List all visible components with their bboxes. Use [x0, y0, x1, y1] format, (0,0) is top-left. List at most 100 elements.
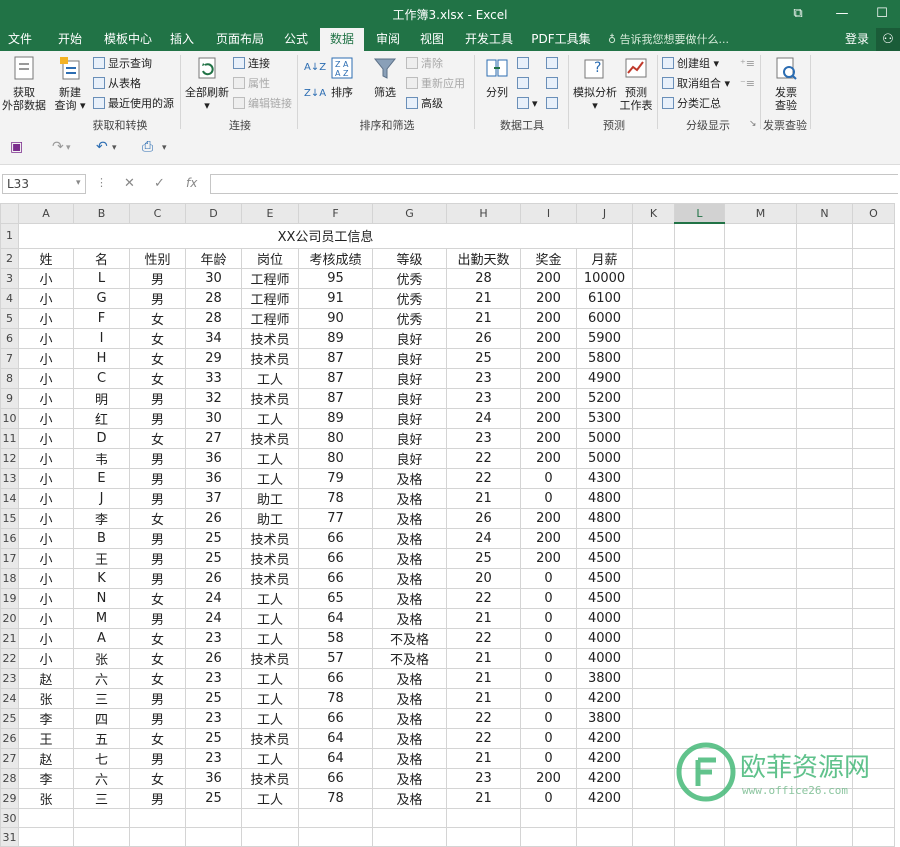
cell[interactable]: 工人: [241, 368, 299, 389]
cell[interactable]: 0: [520, 688, 577, 709]
cell[interactable]: 10000: [576, 268, 633, 289]
cell[interactable]: [632, 428, 675, 449]
cell[interactable]: N: [73, 588, 130, 609]
cell[interactable]: 工人: [241, 448, 299, 469]
row-header[interactable]: 1: [0, 222, 19, 249]
row-header[interactable]: 27: [0, 748, 19, 769]
cell[interactable]: 工人: [241, 588, 299, 609]
cancel-icon[interactable]: ✕: [124, 176, 135, 191]
column-header[interactable]: N: [796, 203, 853, 224]
column-header[interactable]: J: [576, 203, 633, 224]
cell[interactable]: 工人: [241, 608, 299, 629]
cell[interactable]: I: [73, 328, 130, 349]
row-header[interactable]: 14: [0, 488, 19, 509]
tab-page-layout[interactable]: 页面布局: [210, 28, 270, 51]
cell[interactable]: [724, 588, 797, 609]
cell[interactable]: [796, 308, 853, 329]
tab-review[interactable]: 审阅: [368, 28, 408, 51]
cell[interactable]: [796, 288, 853, 309]
cell[interactable]: [129, 827, 186, 847]
cell[interactable]: 22: [446, 628, 521, 649]
tell-me-search[interactable]: ♁ 告诉我您想要做什么...: [608, 28, 729, 51]
cell[interactable]: E: [73, 468, 130, 489]
cell[interactable]: 及格: [372, 508, 447, 529]
cell[interactable]: [632, 408, 675, 429]
cell[interactable]: 4800: [576, 508, 633, 529]
row-header[interactable]: 9: [0, 388, 19, 409]
cell[interactable]: [674, 348, 725, 369]
cell[interactable]: [129, 808, 186, 828]
cell[interactable]: [674, 308, 725, 329]
cell[interactable]: [632, 748, 675, 769]
cell[interactable]: 小: [18, 268, 74, 289]
cell[interactable]: 良好: [372, 388, 447, 409]
cell[interactable]: [632, 528, 675, 549]
cell[interactable]: 26: [185, 508, 242, 529]
cell[interactable]: 28: [185, 288, 242, 309]
worksheet[interactable]: ABCDEFGHIJKLMNO 1 XX公司员工信息 2 姓名性别 年龄 岗位 考核成绩 等级…: [0, 203, 900, 847]
cell[interactable]: [852, 568, 895, 589]
cell[interactable]: 技术员: [241, 348, 299, 369]
cell[interactable]: [520, 808, 577, 828]
text-to-columns-button[interactable]: 分列: [480, 55, 514, 99]
cell[interactable]: 23: [446, 388, 521, 409]
cell[interactable]: 女: [129, 768, 186, 789]
undo-dropdown-icon[interactable]: ▾: [112, 143, 117, 153]
cell[interactable]: [724, 827, 797, 847]
cell[interactable]: 22: [446, 448, 521, 469]
sheet-title-cell[interactable]: XX公司员工信息: [18, 222, 633, 249]
cell[interactable]: [632, 628, 675, 649]
cell[interactable]: 助工: [241, 488, 299, 509]
row-header[interactable]: 28: [0, 768, 19, 789]
cell[interactable]: 小: [18, 428, 74, 449]
cell[interactable]: 技术员: [241, 648, 299, 669]
cell[interactable]: 小: [18, 648, 74, 669]
cell[interactable]: 男: [129, 688, 186, 709]
maximize-button[interactable]: ☐: [860, 0, 900, 28]
enter-icon[interactable]: ✓: [154, 176, 165, 191]
cell[interactable]: 23: [185, 748, 242, 769]
cell[interactable]: 22: [446, 728, 521, 749]
cell[interactable]: 工人: [241, 788, 299, 809]
cell[interactable]: [852, 588, 895, 609]
cell[interactable]: 及格: [372, 588, 447, 609]
cell[interactable]: 0: [520, 568, 577, 589]
cell[interactable]: [796, 668, 853, 689]
cell[interactable]: [18, 808, 74, 828]
cell[interactable]: 0: [520, 468, 577, 489]
cell[interactable]: 91: [298, 288, 373, 309]
show-detail-button[interactable]: ⁺≡: [740, 55, 755, 73]
column-header[interactable]: E: [241, 203, 299, 224]
row-header[interactable]: 26: [0, 728, 19, 749]
cell[interactable]: 200: [520, 268, 577, 289]
cell[interactable]: [852, 508, 895, 529]
cell[interactable]: 工程师: [241, 268, 299, 289]
cell[interactable]: 22: [446, 468, 521, 489]
refresh-all-button[interactable]: 全部刷新 ▾: [184, 55, 230, 112]
cell[interactable]: [372, 808, 447, 828]
cell[interactable]: 3800: [576, 708, 633, 729]
cell[interactable]: 王: [18, 728, 74, 749]
cell[interactable]: 工人: [241, 708, 299, 729]
cell[interactable]: [796, 448, 853, 469]
cell[interactable]: 及格: [372, 528, 447, 549]
cell[interactable]: [852, 628, 895, 649]
cell[interactable]: [632, 288, 675, 309]
cell[interactable]: 6100: [576, 288, 633, 309]
tab-view[interactable]: 视图: [412, 28, 452, 51]
cell[interactable]: [796, 648, 853, 669]
cell[interactable]: [852, 328, 895, 349]
cell[interactable]: 张: [18, 788, 74, 809]
cell[interactable]: [185, 827, 242, 847]
filter-button[interactable]: 筛选: [368, 55, 402, 99]
cell[interactable]: 优秀: [372, 288, 447, 309]
show-queries-button[interactable]: 显示查询: [93, 55, 152, 73]
cell[interactable]: 64: [298, 728, 373, 749]
cell[interactable]: [632, 488, 675, 509]
column-header[interactable]: F: [298, 203, 373, 224]
cell[interactable]: [796, 548, 853, 569]
cell[interactable]: B: [73, 528, 130, 549]
cell[interactable]: [674, 528, 725, 549]
cell[interactable]: [724, 328, 797, 349]
column-header[interactable]: G: [372, 203, 447, 224]
